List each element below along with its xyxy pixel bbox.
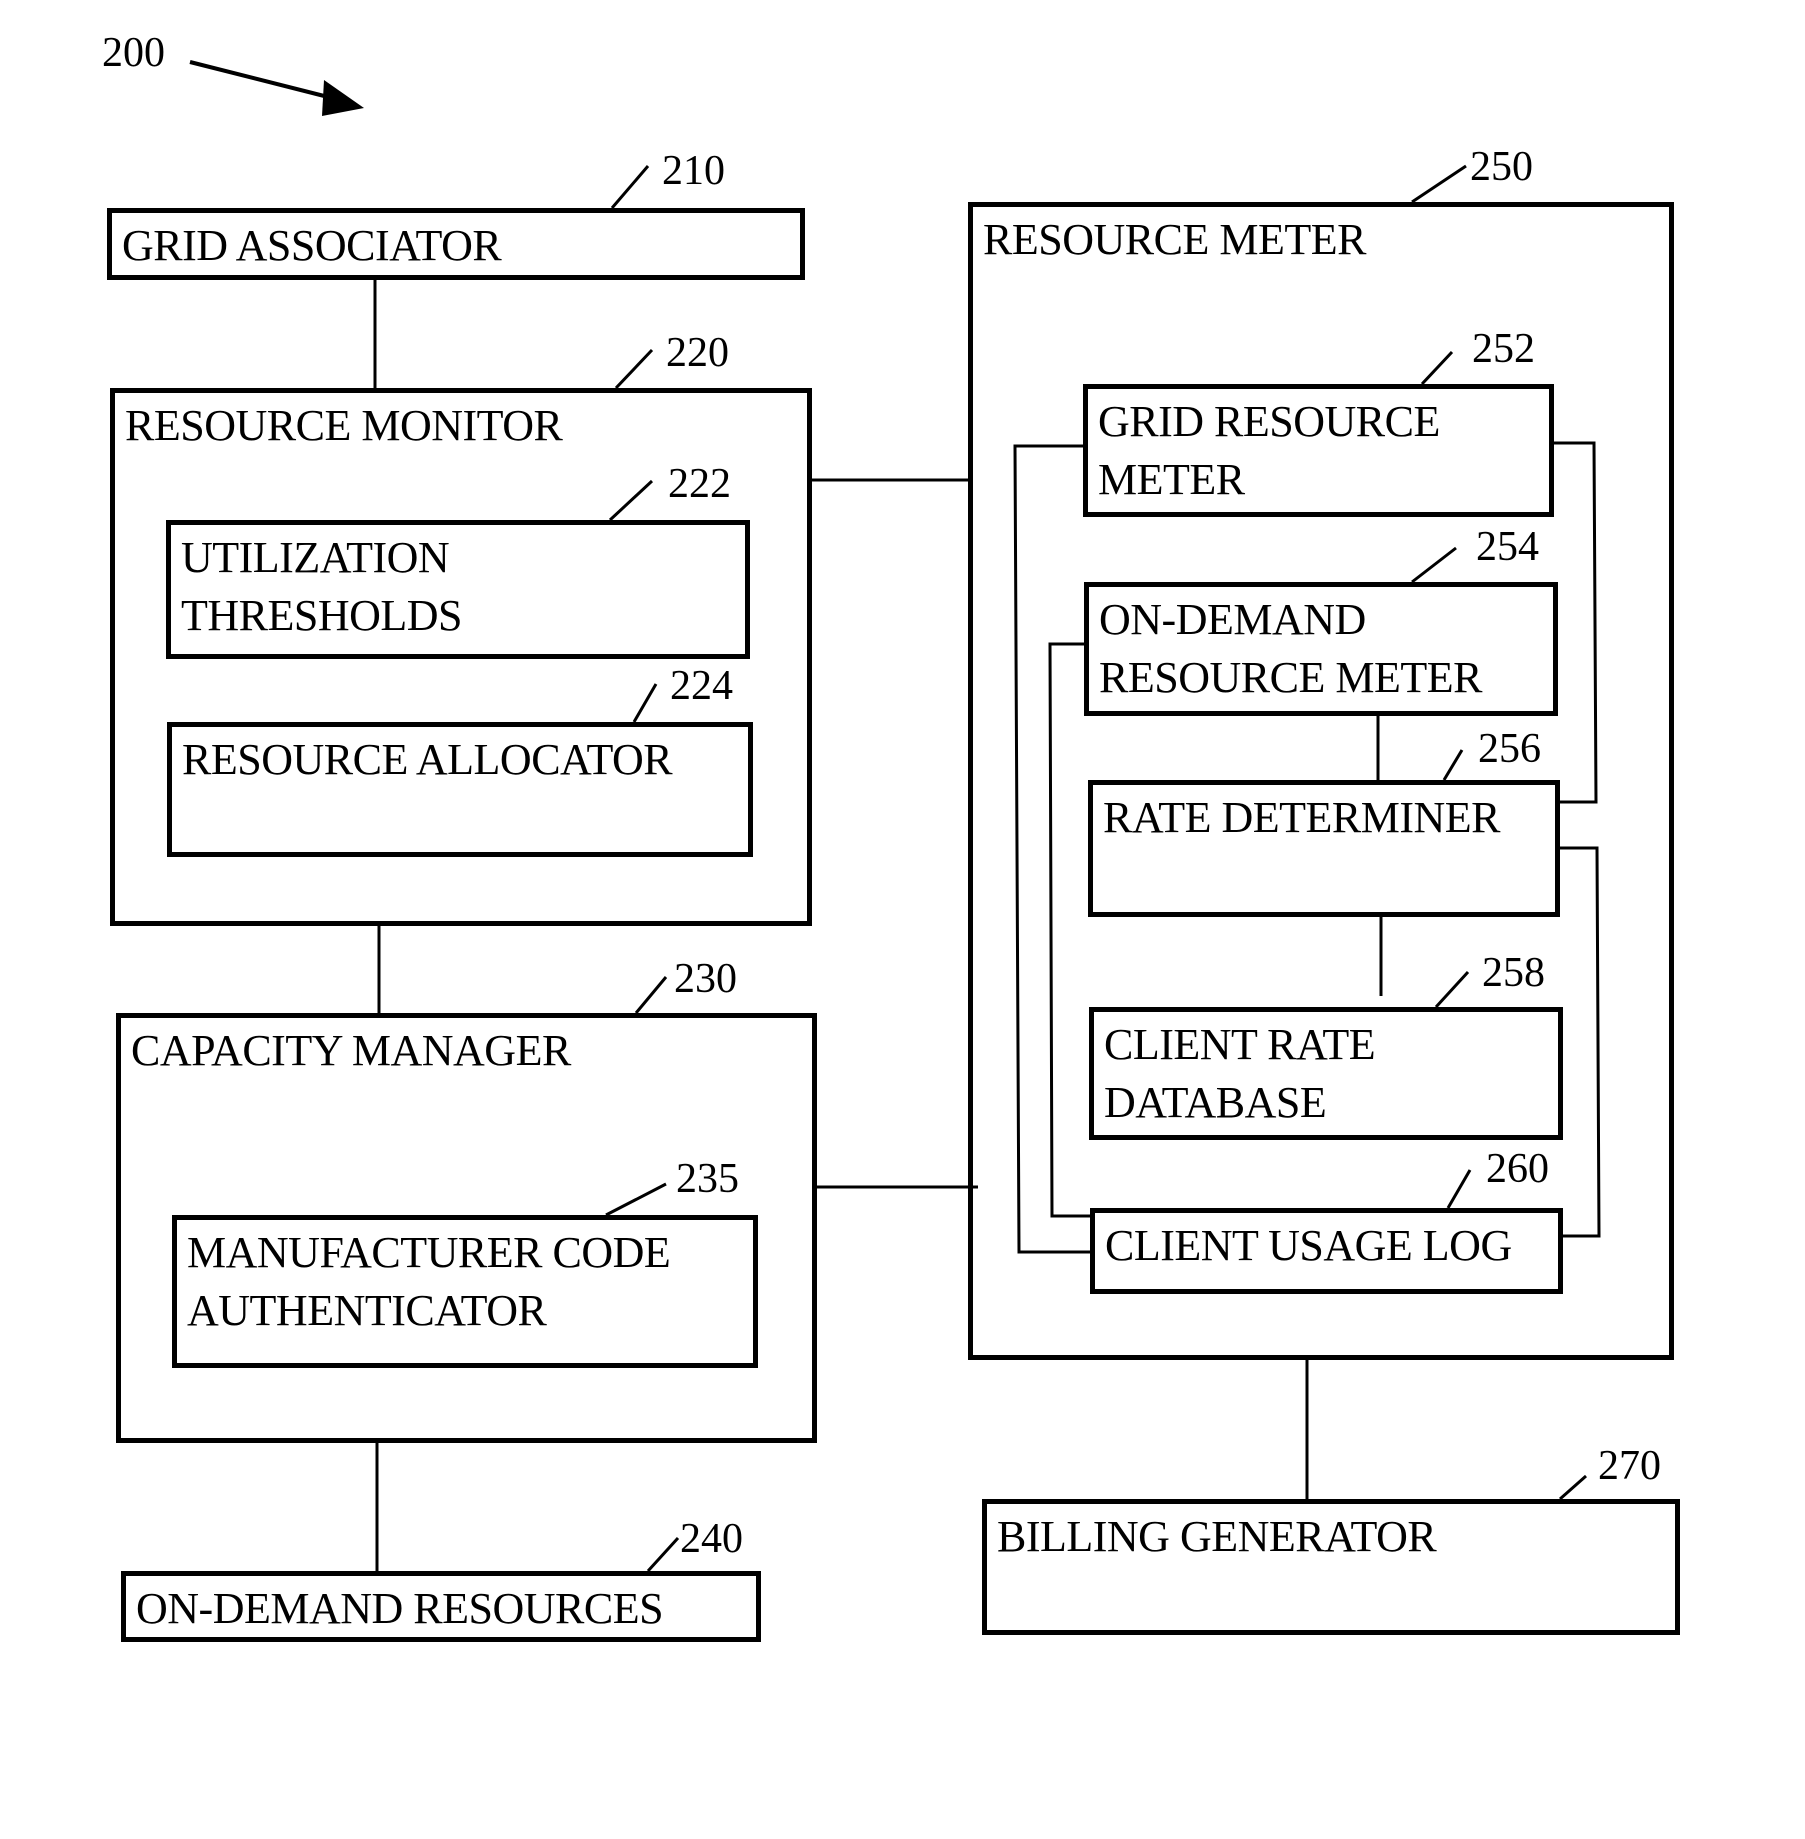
- grid-associator-reference-number: 210: [662, 148, 725, 194]
- resource-monitor-reference-number: 220: [666, 330, 729, 376]
- figure-reference: 200: [102, 30, 165, 76]
- client-usage-log-reference-number: 260: [1486, 1146, 1549, 1192]
- rate-determiner-label: RATE DETERMINER: [1103, 793, 1501, 842]
- utilization-thresholds-block: UTILIZATION THRESHOLDS: [166, 520, 750, 659]
- billing-generator-block: BILLING GENERATOR: [982, 1499, 1680, 1635]
- grid-associator-label: GRID ASSOCIATOR: [122, 221, 502, 270]
- on-demand-resources-block: ON-DEMAND RESOURCES: [121, 1571, 761, 1642]
- capacity-manager-reference-number: 230: [674, 956, 737, 1002]
- manufacturer-code-authenticator-label: MANUFACTURER CODE AUTHENTICATOR: [187, 1228, 671, 1335]
- resource-meter-label: RESOURCE METER: [983, 215, 1366, 264]
- on-demand-resources-label: ON-DEMAND RESOURCES: [136, 1584, 664, 1633]
- manufacturer-code-authenticator-block: MANUFACTURER CODE AUTHENTICATOR: [172, 1215, 758, 1368]
- grid-resource-meter-reference-number: 252: [1472, 326, 1535, 372]
- on-demand-resource-meter-reference-number: 254: [1476, 524, 1539, 570]
- utilization-thresholds-reference-number: 222: [668, 461, 731, 507]
- billing-generator-leader-line: [1559, 1474, 1587, 1501]
- on-demand-resource-meter-block: ON-DEMAND RESOURCE METER: [1084, 582, 1558, 716]
- client-rate-database-label: CLIENT RATE DATABASE: [1104, 1020, 1376, 1127]
- manufacturer-code-authenticator-reference-number: 235: [676, 1156, 739, 1202]
- grid-resource-meter-label: GRID RESOURCE METER: [1098, 397, 1440, 504]
- billing-generator-reference-number: 270: [1598, 1443, 1661, 1489]
- client-rate-database-block: CLIENT RATE DATABASE: [1089, 1007, 1563, 1140]
- capacity-manager-label: CAPACITY MANAGER: [131, 1026, 571, 1075]
- client-usage-log-block: CLIENT USAGE LOG: [1090, 1208, 1563, 1294]
- on-demand-resources-leader-line: [646, 1536, 680, 1573]
- grid-associator-block: GRID ASSOCIATOR: [107, 208, 805, 280]
- resource-monitor-leader-line: [614, 348, 654, 390]
- grid-associator-leader-line: [610, 165, 650, 209]
- figure-arrow-head-icon: [322, 80, 364, 116]
- rate-determiner-reference-number: 256: [1478, 726, 1541, 772]
- utilization-thresholds-label: UTILIZATION THRESHOLDS: [181, 533, 463, 640]
- capacity-manager-leader-line: [634, 976, 668, 1014]
- resource-meter-reference-number: 250: [1470, 144, 1533, 190]
- on-demand-resource-meter-label: ON-DEMAND RESOURCE METER: [1099, 595, 1482, 702]
- resource-allocator-block: RESOURCE ALLOCATOR: [167, 722, 753, 857]
- figure-arrow-shaft: [189, 60, 341, 102]
- on-demand-resources-reference-number: 240: [680, 1516, 743, 1562]
- resource-allocator-reference-number: 224: [670, 663, 733, 709]
- resource-allocator-label: RESOURCE ALLOCATOR: [182, 735, 673, 784]
- rate-determiner-block: RATE DETERMINER: [1088, 780, 1560, 917]
- client-rate-database-reference-number: 258: [1482, 950, 1545, 996]
- billing-generator-label: BILLING GENERATOR: [997, 1512, 1437, 1561]
- client-usage-log-label: CLIENT USAGE LOG: [1105, 1221, 1512, 1270]
- resource-meter-leader-line: [1411, 164, 1467, 204]
- grid-resource-meter-block: GRID RESOURCE METER: [1083, 384, 1554, 517]
- resource-monitor-label: RESOURCE MONITOR: [125, 401, 563, 450]
